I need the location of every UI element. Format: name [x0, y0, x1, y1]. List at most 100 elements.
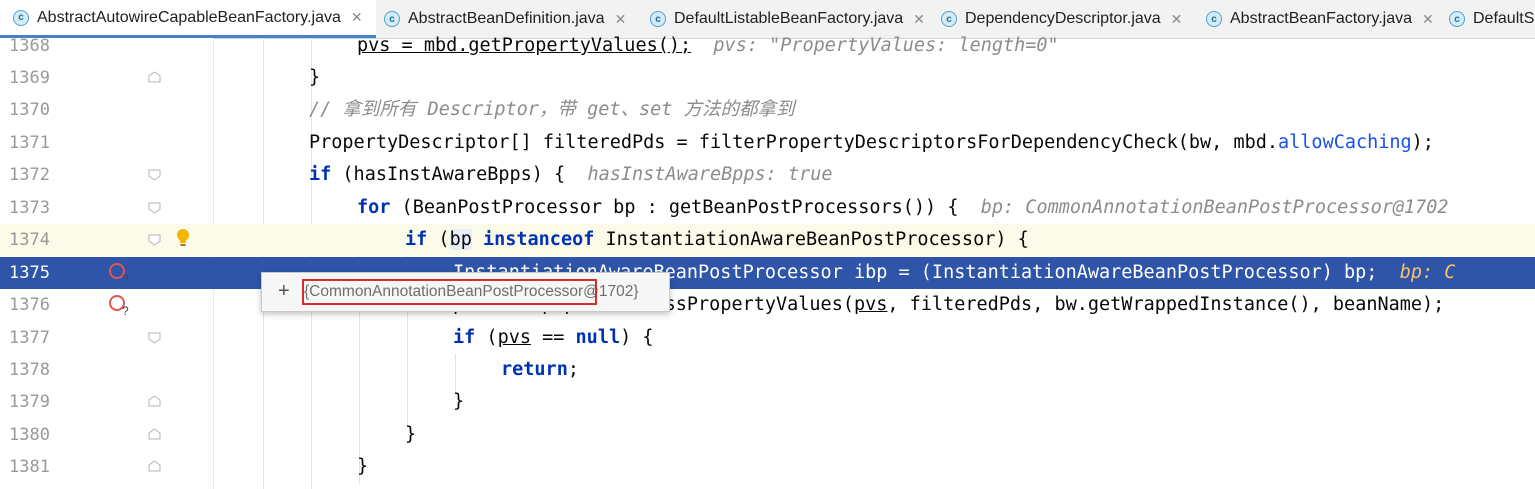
close-icon[interactable]: ✕: [351, 9, 363, 26]
code-text: for (BeanPostProcessor bp : getBeanPostP…: [357, 192, 1449, 224]
fold-start-icon[interactable]: [147, 167, 162, 182]
line-number: 1380: [9, 425, 50, 445]
line-number: 1371: [9, 133, 50, 153]
code-text: }: [357, 456, 369, 477]
class-icon: c: [1449, 11, 1465, 27]
variable-usage-highlight[interactable]: bp: [449, 229, 472, 250]
code-token: PropertyDescriptor[] filteredPds = filte…: [309, 132, 1279, 153]
code-line: 1370 // 拿到所有 Descriptor，带 get、set 方法的都拿到: [0, 94, 1535, 126]
code-text: return;: [501, 354, 579, 386]
line-number: 1375: [9, 263, 50, 283]
lightbulb-icon[interactable]: [176, 228, 190, 248]
code-token: pvs: [497, 327, 531, 348]
fold-start-icon[interactable]: [147, 330, 162, 345]
code-token: ) {: [620, 327, 654, 348]
line-number: 1370: [9, 100, 50, 120]
keyword: if: [405, 229, 428, 250]
code-text: if (bp instanceof InstantiationAwareBean…: [405, 224, 1029, 256]
class-icon: c: [384, 11, 400, 27]
tab-label: AbstractBeanDefinition.java: [408, 10, 605, 27]
line-number: 1369: [9, 68, 50, 88]
keyword: instanceof: [471, 229, 595, 250]
svg-text:?: ?: [122, 272, 129, 284]
inline-debug-value: hasInstAwareBpps: true: [587, 164, 833, 185]
code-line: 1373 for (BeanPostProcessor bp : getBean…: [0, 192, 1535, 224]
code-text: if (hasInstAwareBpps) { hasInstAwareBpps…: [309, 159, 833, 191]
line-number: 1381: [9, 457, 50, 477]
tab-label: DependencyDescriptor.java: [965, 10, 1161, 27]
class-icon: c: [13, 9, 29, 26]
code-text: }: [453, 391, 465, 412]
code-line: 1368 pvs = mbd.getPropertyValues(); pvs:…: [0, 30, 1535, 62]
code-line: 1371 PropertyDescriptor[] filteredPds = …: [0, 127, 1535, 159]
code-text: }: [309, 67, 321, 88]
tab-label: DefaultS: [1473, 10, 1535, 27]
keyword: return: [501, 359, 568, 380]
code-text: pvs = mbd.getPropertyValues(); pvs: "Pro…: [357, 30, 1059, 62]
inline-debug-value: bp: C: [1399, 262, 1456, 283]
code-line: 1380 }: [0, 419, 1535, 451]
expand-icon[interactable]: +: [278, 280, 290, 303]
tab-label: AbstractAutowireCapableBeanFactory.java: [37, 8, 341, 26]
code-token: ;: [567, 359, 579, 380]
code-token: (BeanPostProcessor bp : getBeanPostProce…: [390, 197, 959, 218]
code-token: (: [475, 327, 498, 348]
line-number: 1376: [9, 295, 50, 315]
tab-label: DefaultListableBeanFactory.java: [674, 10, 904, 27]
tab-label: AbstractBeanFactory.java: [1230, 10, 1413, 27]
code-line: 1378 return;: [0, 354, 1535, 386]
breakpoint-icon[interactable]: ?: [108, 262, 130, 284]
keyword: if: [309, 164, 332, 185]
close-icon[interactable]: ✕: [1422, 11, 1434, 28]
code-token: pvs: [853, 294, 888, 315]
code-comment: // 拿到所有 Descriptor，带 get、set 方法的都拿到: [309, 99, 795, 120]
code-line: 1372 if (hasInstAwareBpps) { hasInstAwar…: [0, 159, 1535, 191]
code-line: 1379 }: [0, 386, 1535, 418]
line-number: 1374: [9, 230, 50, 250]
fold-start-icon[interactable]: [147, 200, 162, 215]
fold-end-icon[interactable]: [147, 427, 162, 442]
fold-end-icon[interactable]: [147, 70, 162, 85]
class-icon: c: [941, 11, 957, 27]
current-code-line: 1374 if (bp instanceof InstantiationAwar…: [0, 224, 1535, 256]
code-line: 1376 ? pvs = ibp.postProcessPropertyValu…: [0, 289, 1535, 321]
keyword: null: [575, 327, 621, 348]
field-token: allowCaching: [1278, 132, 1412, 153]
code-token: (: [427, 229, 450, 250]
keyword: if: [453, 327, 476, 348]
code-token: , filteredPds, bw.getWrappedInstance(), …: [887, 294, 1445, 315]
svg-text:?: ?: [122, 304, 129, 316]
debug-value-popup: + {CommonAnnotationBeanPostProcessor@170…: [261, 272, 670, 312]
class-icon: c: [1206, 11, 1222, 27]
close-icon[interactable]: ✕: [913, 11, 925, 28]
line-number: 1373: [9, 198, 50, 218]
line-number: 1377: [9, 328, 50, 348]
code-line: 1369 }: [0, 62, 1535, 94]
close-icon[interactable]: ✕: [1171, 11, 1183, 28]
line-number: 1368: [9, 36, 50, 56]
line-number: 1379: [9, 392, 50, 412]
code-token: );: [1411, 132, 1434, 153]
execution-point-line: 1375 ? InstantiationAwareBeanPostProcess…: [0, 257, 1535, 289]
close-icon[interactable]: ✕: [615, 11, 627, 28]
code-token: InstantiationAwareBeanPostProcessor) {: [594, 229, 1029, 250]
code-line: 1381 }: [0, 451, 1535, 483]
inline-debug-value: pvs: "PropertyValues: length=0": [713, 35, 1059, 56]
code-token: (hasInstAwareBpps) {: [331, 164, 566, 185]
inline-debug-value: bp: CommonAnnotationBeanPostProcessor@17…: [980, 197, 1449, 218]
code-token: ==: [530, 327, 576, 348]
code-line: 1377 if (pvs == null) {: [0, 322, 1535, 354]
fold-start-icon[interactable]: [147, 232, 162, 247]
code-text: PropertyDescriptor[] filteredPds = filte…: [309, 127, 1434, 159]
code-token: pvs = mbd.getPropertyValues();: [357, 35, 692, 56]
annotation-highlight-box: [302, 279, 597, 305]
class-icon: c: [650, 11, 666, 27]
line-number: 1378: [9, 360, 50, 380]
fold-end-icon[interactable]: [147, 394, 162, 409]
keyword: for: [357, 197, 391, 218]
code-text: }: [405, 424, 417, 445]
line-number: 1372: [9, 165, 50, 185]
fold-end-icon[interactable]: [147, 459, 162, 474]
code-text: if (pvs == null) {: [453, 322, 654, 354]
breakpoint-icon[interactable]: ?: [108, 294, 130, 316]
